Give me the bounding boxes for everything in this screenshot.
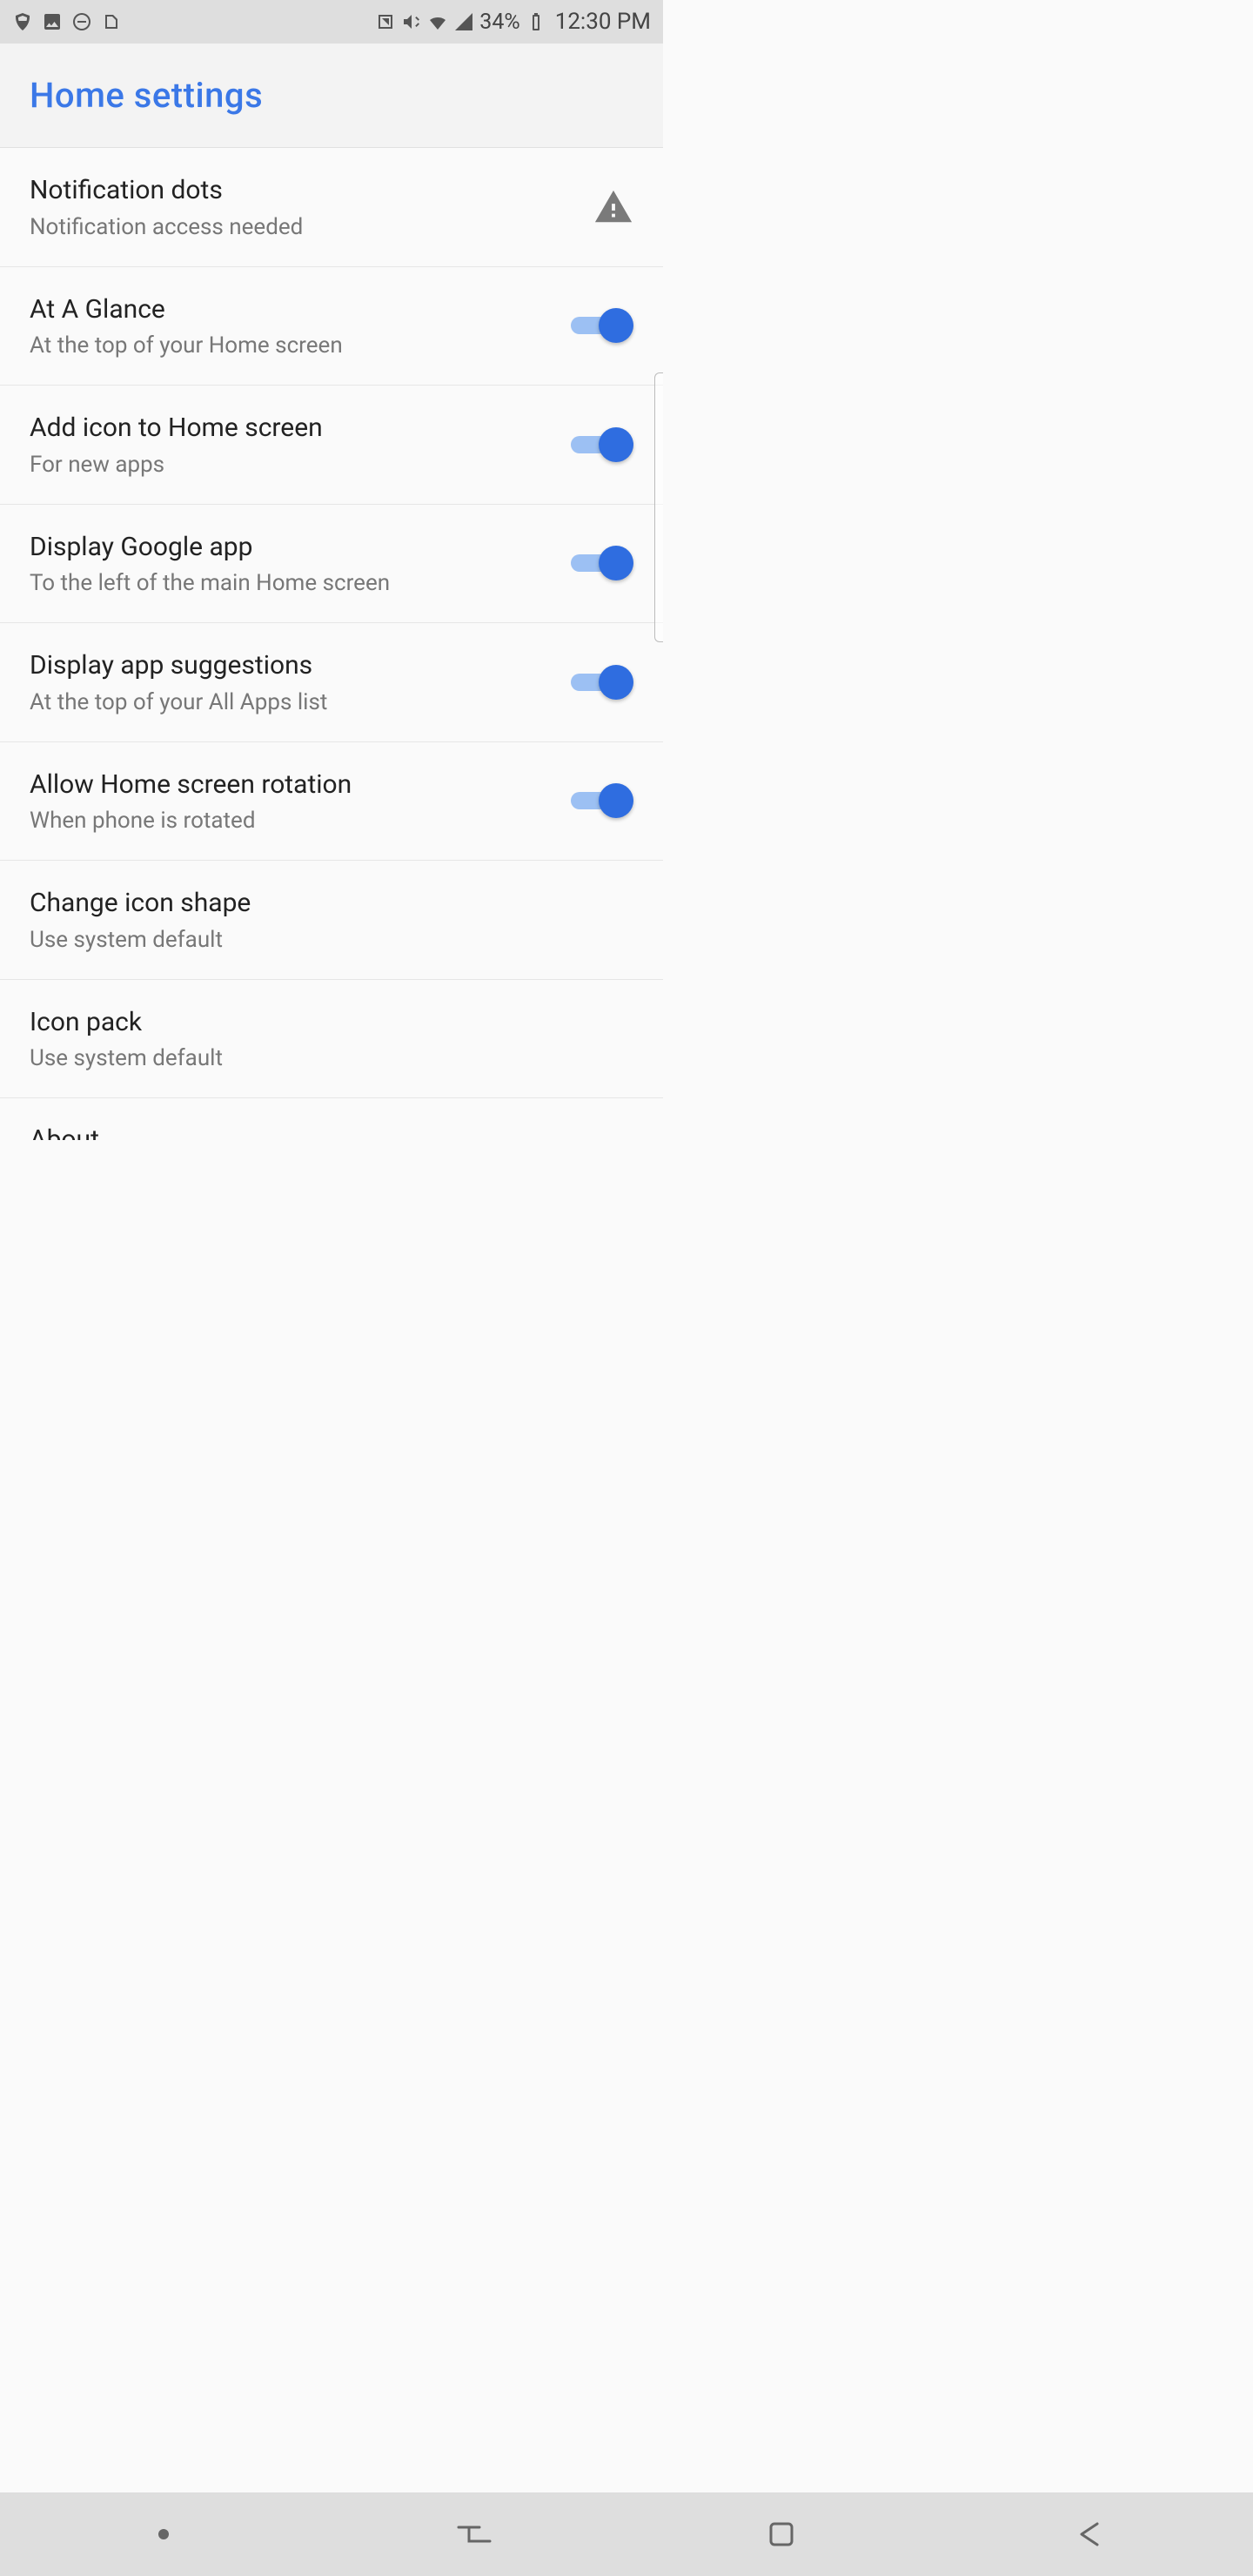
battery-percent: 34% bbox=[479, 10, 519, 35]
nav-home-button[interactable] bbox=[738, 2508, 825, 2560]
row-title: Notification dots bbox=[30, 174, 576, 207]
warning-icon bbox=[593, 187, 633, 227]
toggle-app-suggestions[interactable] bbox=[571, 665, 633, 700]
row-subtitle: To the left of the main Home screen bbox=[30, 570, 553, 596]
do-not-disturb-icon bbox=[71, 11, 92, 32]
row-display-app-suggestions[interactable]: Display app suggestions At the top of yo… bbox=[0, 623, 663, 742]
row-title: Change icon shape bbox=[30, 887, 633, 920]
row-change-icon-shape[interactable]: Change icon shape Use system default bbox=[0, 861, 663, 980]
status-clock: 12:30 PM bbox=[555, 9, 651, 35]
wifi-icon bbox=[427, 11, 448, 32]
row-subtitle: At the top of your Home screen bbox=[30, 332, 553, 359]
row-add-icon-home[interactable]: Add icon to Home screen For new apps bbox=[0, 386, 663, 505]
toggle-add-icon[interactable] bbox=[571, 427, 633, 462]
row-title: Allow Home screen rotation bbox=[30, 768, 553, 802]
row-about[interactable]: About bbox=[0, 1098, 663, 1140]
nfc-icon bbox=[375, 11, 396, 32]
mute-icon bbox=[401, 11, 422, 32]
photo-icon bbox=[42, 11, 63, 32]
row-subtitle: Use system default bbox=[30, 927, 633, 953]
row-title: At A Glance bbox=[30, 293, 553, 326]
row-notification-dots[interactable]: Notification dots Notification access ne… bbox=[0, 148, 663, 267]
page-title: Home settings bbox=[30, 75, 263, 116]
row-allow-rotation[interactable]: Allow Home screen rotation When phone is… bbox=[0, 742, 663, 862]
row-display-google-app[interactable]: Display Google app To the left of the ma… bbox=[0, 505, 663, 624]
row-at-a-glance[interactable]: At A Glance At the top of your Home scre… bbox=[0, 267, 663, 386]
row-title: Icon pack bbox=[30, 1006, 633, 1039]
row-subtitle: When phone is rotated bbox=[30, 808, 553, 834]
status-bar: 34% 12:30 PM bbox=[0, 0, 663, 44]
row-subtitle: Notification access needed bbox=[30, 214, 576, 240]
row-title: Display Google app bbox=[30, 531, 553, 564]
shield-icon bbox=[12, 11, 33, 32]
nav-assistant-dot[interactable] bbox=[120, 2508, 207, 2560]
row-title: Display app suggestions bbox=[30, 649, 553, 682]
toggle-display-google[interactable] bbox=[571, 546, 633, 580]
navigation-bar bbox=[0, 2492, 1253, 2576]
toggle-at-a-glance[interactable] bbox=[571, 308, 633, 343]
nav-back-button[interactable] bbox=[1047, 2508, 1134, 2560]
row-title: About bbox=[30, 1124, 633, 1140]
row-subtitle: Use system default bbox=[30, 1045, 633, 1071]
status-left bbox=[12, 11, 122, 32]
header: Home settings bbox=[0, 44, 663, 148]
row-subtitle: At the top of your All Apps list bbox=[30, 689, 553, 715]
sim-icon bbox=[101, 11, 122, 32]
toggle-allow-rotation[interactable] bbox=[571, 783, 633, 818]
scroll-indicator[interactable] bbox=[654, 372, 663, 642]
nav-recents-button[interactable] bbox=[429, 2508, 516, 2560]
row-title: Add icon to Home screen bbox=[30, 412, 553, 445]
row-icon-pack[interactable]: Icon pack Use system default bbox=[0, 980, 663, 1099]
settings-list: Notification dots Notification access ne… bbox=[0, 148, 663, 1282]
status-right: 34% 12:30 PM bbox=[375, 9, 651, 35]
row-subtitle: For new apps bbox=[30, 452, 553, 478]
battery-icon bbox=[526, 11, 546, 32]
signal-icon bbox=[453, 11, 474, 32]
